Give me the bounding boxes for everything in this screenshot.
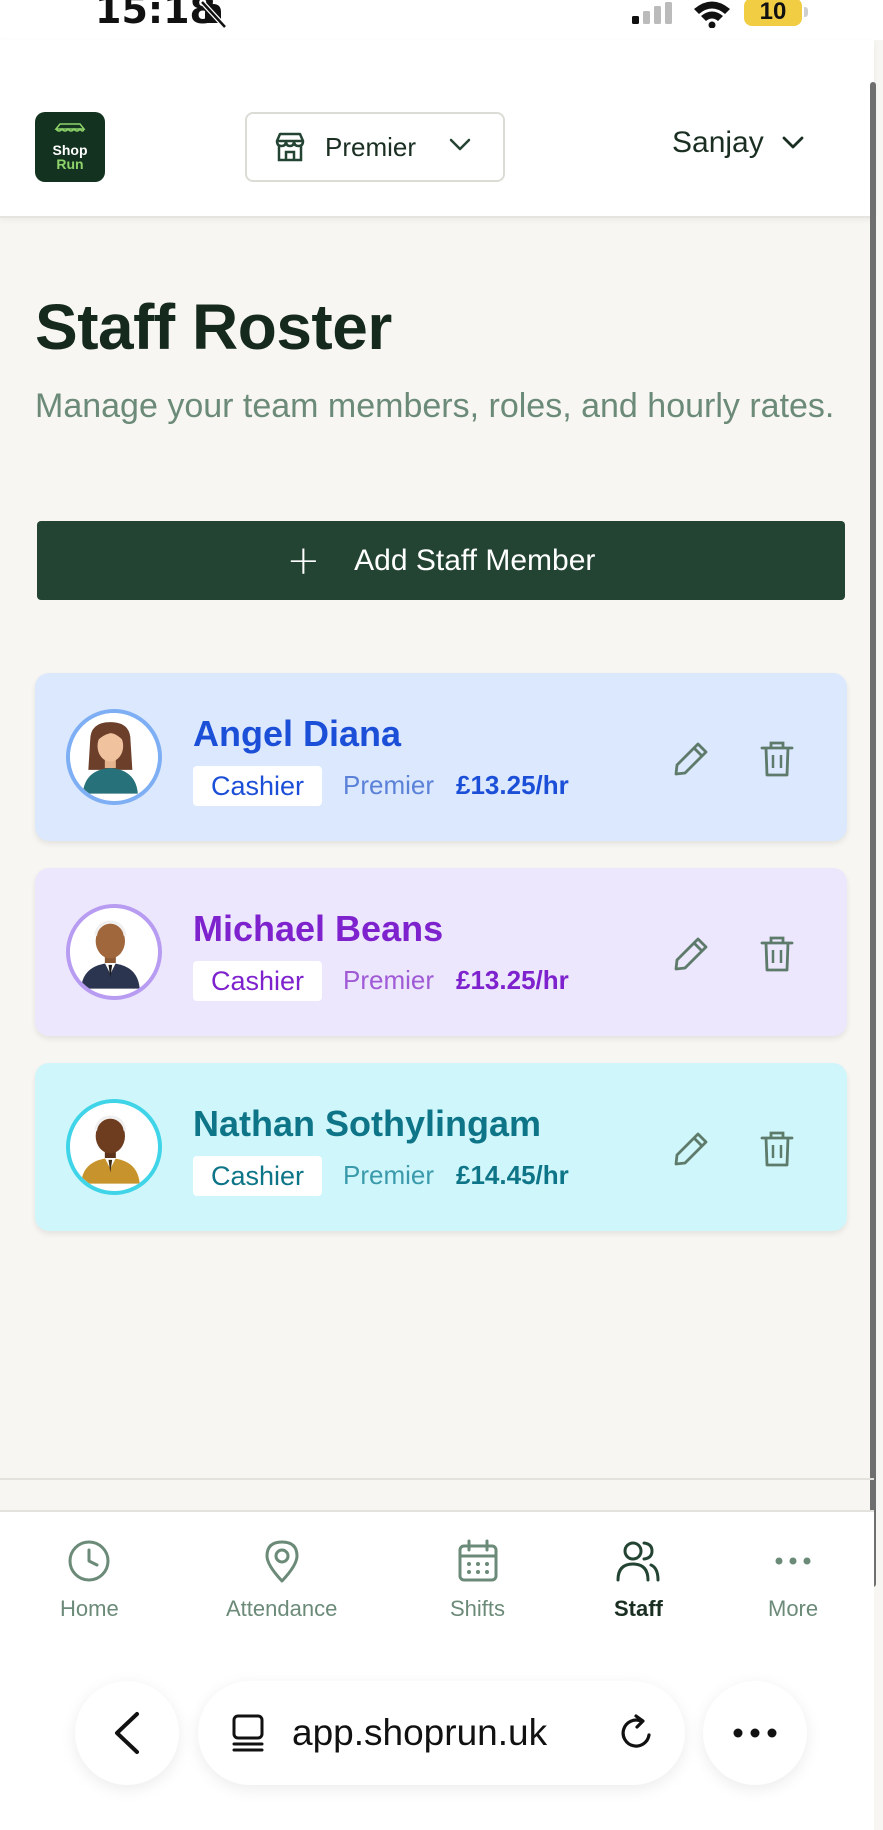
plus-icon: + <box>286 537 321 584</box>
male-avatar-icon <box>70 1103 151 1184</box>
chevron-down-icon <box>449 138 471 151</box>
user-menu[interactable]: Sanjay <box>672 126 804 160</box>
female-avatar-icon <box>70 713 151 794</box>
nav-label-home: Home <box>60 1596 119 1621</box>
browser-back-button[interactable] <box>75 1681 179 1785</box>
app-header: Shop Run Premier Sanjay <box>0 40 874 218</box>
chevron-down-icon <box>782 136 804 149</box>
role-badge: Cashier <box>193 961 323 1001</box>
trash-icon[interactable] <box>759 934 795 974</box>
staff-name: Michael Beans <box>193 908 444 949</box>
staff-store: Premier <box>343 770 435 800</box>
avatar <box>66 1099 162 1195</box>
browser-url: app.shoprun.uk <box>292 1712 548 1753</box>
reload-icon[interactable] <box>617 1713 657 1753</box>
edit-pencil-icon[interactable] <box>671 739 711 779</box>
male-avatar-icon <box>70 908 151 989</box>
shoprun-logo[interactable]: Shop Run <box>35 112 105 182</box>
logo-text-shop: Shop <box>52 142 88 158</box>
nav-label-shifts: Shifts <box>450 1596 506 1621</box>
hourly-rate: £13.25/hr <box>456 965 569 995</box>
nav-label-more: More <box>768 1596 819 1621</box>
user-name: Sanjay <box>672 126 764 159</box>
clock-icon <box>68 1540 110 1582</box>
nav-label-attendance: Attendance <box>226 1596 338 1621</box>
map-pin-icon <box>265 1540 299 1583</box>
page-scrollbar[interactable] <box>870 82 876 1587</box>
status-bar: 15:18 10 <box>0 0 883 40</box>
battery-indicator: 10 <box>744 0 808 26</box>
hourly-rate: £14.45/hr <box>456 1160 569 1190</box>
edit-pencil-icon[interactable] <box>671 934 711 974</box>
bell-off-icon <box>200 0 227 28</box>
signal-icon <box>632 2 672 24</box>
nav-item-staff[interactable]: Staff <box>614 1538 663 1622</box>
calendar-icon <box>458 1539 498 1582</box>
staff-name: Angel Diana <box>193 713 402 754</box>
users-icon <box>616 1541 660 1582</box>
nav-label-staff: Staff <box>614 1596 663 1621</box>
browser-url-bar[interactable]: app.shoprun.uk <box>198 1681 685 1785</box>
hourly-rate: £13.25/hr <box>456 770 569 800</box>
divider <box>0 1478 874 1480</box>
store-selector[interactable]: Premier <box>245 112 505 182</box>
role-badge: Cashier <box>193 766 323 806</box>
page-title: Staff Roster <box>35 291 392 363</box>
store-icon <box>275 132 305 162</box>
store-selector-label: Premier <box>325 131 417 162</box>
trash-icon[interactable] <box>759 1129 795 1169</box>
staff-card[interactable]: Michael Beans Cashier Premier £13.25/hr <box>35 868 847 1036</box>
staff-store: Premier <box>343 965 435 995</box>
logo-text-run: Run <box>56 156 84 172</box>
staff-store: Premier <box>343 1160 435 1190</box>
nav-item-home[interactable]: Home <box>60 1538 119 1622</box>
staff-card[interactable]: Nathan Sothylingam Cashier Premier £14.4… <box>35 1063 847 1231</box>
more-horizontal-icon <box>733 1728 777 1738</box>
trash-icon[interactable] <box>759 739 795 779</box>
nav-item-attendance[interactable]: Attendance <box>226 1538 337 1622</box>
chevron-left-icon <box>115 1712 139 1754</box>
edit-pencil-icon[interactable] <box>671 1129 711 1169</box>
page-subtitle: Manage your team members, roles, and hou… <box>35 387 835 425</box>
nav-item-more[interactable]: More <box>768 1538 818 1622</box>
page-tabs-icon <box>232 1714 264 1752</box>
add-staff-member-label: Add Staff Member <box>354 543 596 577</box>
staff-name: Nathan Sothylingam <box>193 1103 542 1144</box>
browser-more-button[interactable] <box>703 1681 807 1785</box>
avatar <box>66 904 162 1000</box>
avatar <box>66 709 162 805</box>
nav-item-shifts[interactable]: Shifts <box>450 1538 505 1622</box>
storefront-awning-icon <box>54 123 86 132</box>
role-badge: Cashier <box>193 1156 323 1196</box>
staff-card[interactable]: Angel Diana Cashier Premier £13.25/hr <box>35 673 847 841</box>
more-horizontal-icon <box>775 1557 811 1565</box>
add-staff-member-button[interactable]: + Add Staff Member <box>37 521 845 600</box>
wifi-icon <box>694 1 730 28</box>
